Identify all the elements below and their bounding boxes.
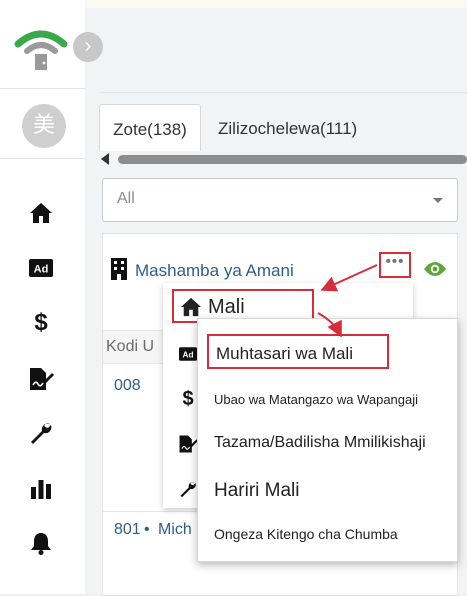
menu-item-edit-property[interactable]: Hariri Mali: [214, 480, 300, 502]
sidebar: 美 Ad $: [0, 0, 85, 594]
header-divider: [100, 92, 467, 93]
wrench-icon[interactable]: [178, 479, 198, 499]
menu-item-add-room-unit[interactable]: Ongeza Kitengo cha Chumba: [214, 526, 398, 542]
dollar-icon[interactable]: $: [28, 309, 54, 336]
column-header: Kodi U: [103, 330, 166, 364]
dollar-icon[interactable]: $: [178, 388, 198, 410]
horizontal-scrollbar[interactable]: [118, 155, 467, 164]
ad-icon[interactable]: Ad: [178, 344, 198, 364]
eye-icon[interactable]: [423, 261, 447, 282]
chevron-right-icon: ›: [84, 35, 92, 57]
more-options-button[interactable]: •••: [379, 252, 411, 278]
tab-label: Zilizochelewa(111): [218, 119, 358, 138]
svg-text:Ad: Ad: [34, 264, 49, 276]
tenant-name[interactable]: Mich: [158, 521, 192, 539]
avatar[interactable]: 美: [22, 104, 66, 148]
avatar-text: 美: [32, 113, 55, 138]
collapse-sidebar-button[interactable]: ›: [73, 32, 103, 62]
unit-code[interactable]: 008: [114, 377, 141, 395]
filter-value: All: [117, 190, 135, 207]
menu-item-tenant-board[interactable]: Ubao wa Matangazo wa Wapangaji: [214, 392, 418, 407]
tab-all[interactable]: Zote(138): [99, 104, 201, 151]
signed-document-icon[interactable]: [28, 366, 54, 392]
bullet-separator: •: [144, 521, 150, 538]
menu-item-view-edit-owner[interactable]: Tazama/Badilisha Mmilikishaji: [214, 434, 426, 452]
signed-document-icon[interactable]: [178, 434, 198, 454]
sidebar-divider: [0, 158, 85, 159]
scroll-left-arrow[interactable]: [101, 153, 109, 165]
menu-title: Mali: [208, 296, 245, 318]
bar-chart-icon[interactable]: [28, 476, 54, 502]
tab-label: Zote(138): [113, 120, 187, 139]
bell-icon[interactable]: [28, 530, 54, 556]
app-logo: [14, 24, 68, 72]
ad-icon[interactable]: Ad: [28, 255, 54, 281]
svg-text:Ad: Ad: [183, 350, 194, 359]
unit-code[interactable]: 801: [114, 521, 141, 539]
top-strip: [85, 0, 467, 8]
filter-select[interactable]: All: [102, 178, 458, 222]
property-title[interactable]: Mashamba ya Amani: [135, 261, 294, 281]
menu-item-property-summary[interactable]: Muhtasari wa Mali: [216, 344, 353, 364]
property-submenu: Muhtasari wa Mali Ubao wa Matangazo wa W…: [197, 318, 458, 562]
column-header-label: Kodi U: [106, 338, 155, 355]
ellipsis-icon: •••: [385, 253, 405, 270]
home-icon[interactable]: [28, 200, 54, 226]
building-icon: [110, 258, 128, 285]
chevron-down-icon: [433, 198, 443, 203]
tab-overdue[interactable]: Zilizochelewa(111): [218, 104, 357, 150]
sidebar-divider: [0, 88, 85, 89]
wrench-icon[interactable]: [28, 420, 54, 446]
